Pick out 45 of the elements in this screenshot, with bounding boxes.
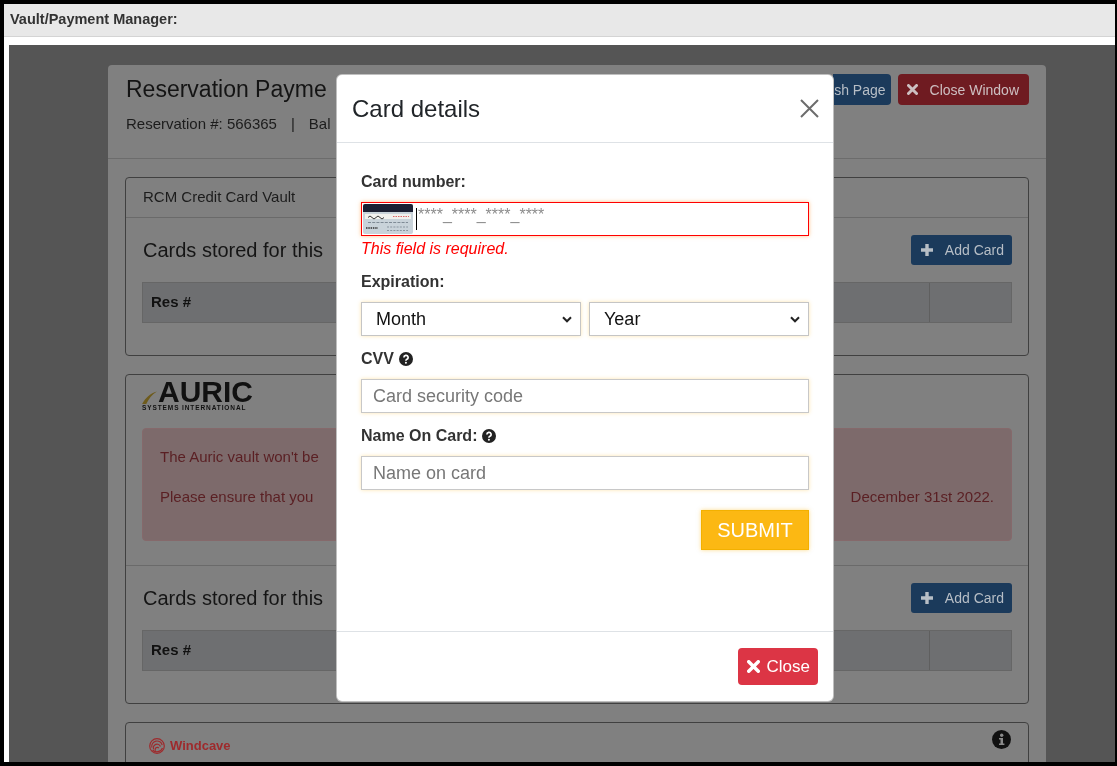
x-icon — [906, 84, 918, 95]
vault-title: RCM Credit Card Vault — [143, 187, 296, 208]
reservation-number: Reservation #: 566365 — [126, 114, 277, 134]
close-window-button[interactable]: Close Window — [897, 74, 1029, 105]
add-card-button[interactable]: Add Card — [910, 235, 1012, 265]
separator: | — [290, 114, 295, 134]
plus-icon — [920, 592, 933, 604]
info-icon — [992, 730, 1011, 749]
window-title: Vault/Payment Manager: — [10, 10, 178, 30]
logo-wordmark: Windcave — [170, 738, 231, 754]
section-heading: Cards stored for this — [142, 586, 324, 610]
chevron-down-icon — [562, 315, 572, 323]
balance-label: Bal — [308, 114, 331, 134]
section-heading: Cards stored for this — [142, 238, 324, 262]
column-header: Res # — [150, 292, 192, 313]
alert-text: The Auric vault won't be — [160, 447, 319, 467]
rings-icon — [149, 738, 165, 754]
credit-card-icon — [363, 204, 413, 234]
field-label: Card number: — [361, 172, 466, 192]
input-field[interactable]: Name on card — [361, 456, 809, 490]
alert-text: December 31st 2022. — [850, 487, 994, 507]
x-icon — [746, 660, 760, 673]
help-icon[interactable] — [398, 352, 413, 366]
close-icon[interactable] — [800, 99, 819, 118]
dropdown-select[interactable]: Year — [589, 302, 809, 336]
alert-text: Please ensure that you — [160, 487, 314, 507]
text-cursor-icon — [416, 208, 417, 230]
help-icon[interactable] — [482, 429, 497, 443]
dialog-title: Card details — [352, 94, 481, 123]
input-field[interactable]: Card security code — [361, 379, 809, 413]
logo-wordmark: AURIC — [158, 380, 253, 404]
field-label: Name On Card: — [361, 426, 478, 446]
add-card-button[interactable]: Add Card — [910, 583, 1012, 613]
dropdown-select[interactable]: Month — [361, 302, 581, 336]
error-message: This field is required. — [361, 239, 510, 259]
chevron-down-icon — [790, 315, 800, 323]
field-label: Expiration: — [361, 272, 445, 292]
plus-icon — [920, 244, 933, 256]
close-button[interactable]: Close — [737, 648, 818, 685]
page-title: Reservation Payme — [126, 75, 328, 103]
column-header: Res # — [150, 640, 192, 661]
card-number-field[interactable]: ****_****_****_**** — [361, 202, 809, 236]
field-label: CVV — [361, 349, 394, 369]
logo-swoosh-icon — [142, 391, 157, 404]
refresh-button[interactable]: sh Page — [833, 74, 891, 105]
